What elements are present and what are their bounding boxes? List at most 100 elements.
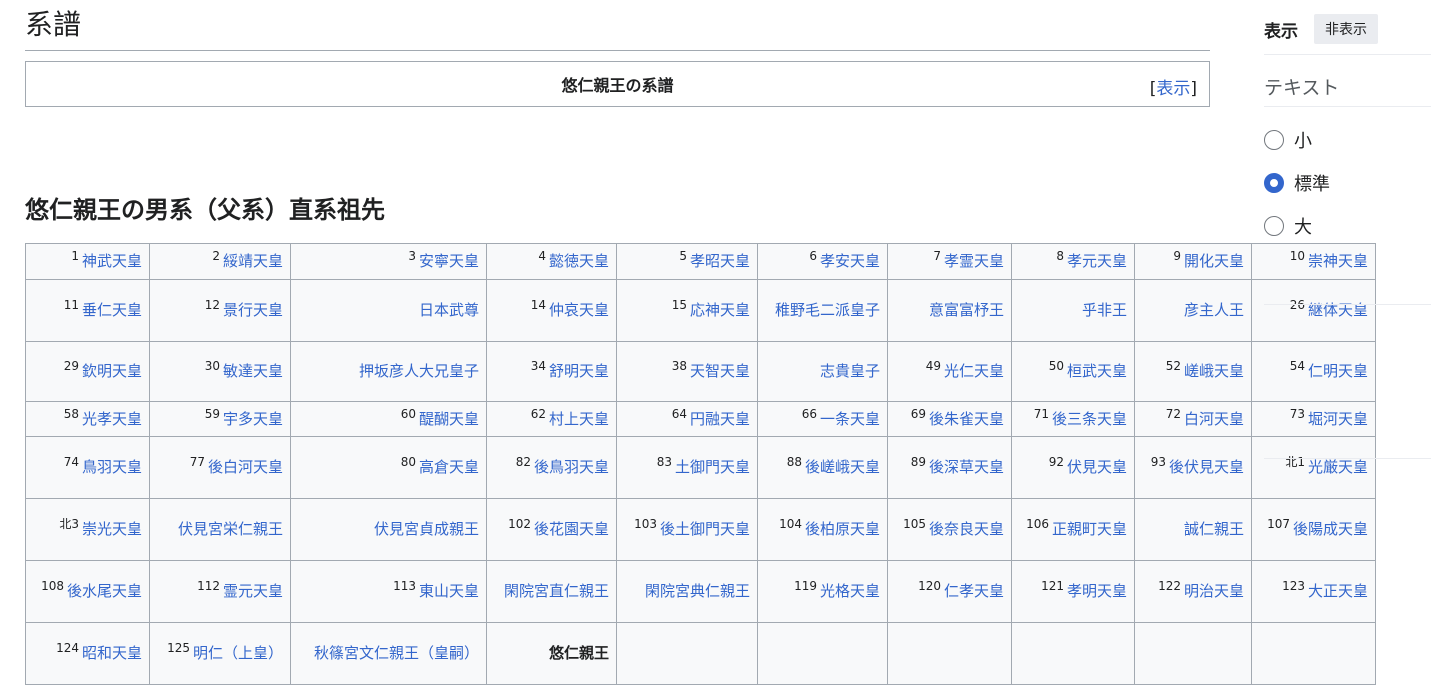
appearance-header: 表示 非表示	[1264, 14, 1431, 44]
ancestor-link[interactable]: 閑院宮直仁親王	[504, 582, 609, 600]
ancestor-link[interactable]: 孝昭天皇	[690, 252, 750, 270]
ancestor-link[interactable]: 安寧天皇	[419, 252, 479, 270]
ancestor-link[interactable]: 誠仁親王	[1184, 520, 1244, 538]
ancestor-link[interactable]: 開化天皇	[1184, 252, 1244, 270]
ancestor-link[interactable]: 崇光天皇	[82, 520, 142, 538]
ancestor-link[interactable]: 光孝天皇	[82, 410, 142, 428]
ancestor-link[interactable]: 光厳天皇	[1308, 458, 1368, 476]
ancestor-link[interactable]: 光格天皇	[820, 582, 880, 600]
lineage-cell: 49 光仁天皇	[887, 341, 1012, 402]
emperor-number: 11	[63, 298, 79, 312]
hide-button[interactable]: 非表示	[1314, 14, 1378, 44]
lineage-cell: 8 孝元天皇	[1011, 243, 1135, 280]
ancestor-link[interactable]: 後花園天皇	[534, 520, 609, 538]
radio-icon[interactable]	[1264, 173, 1284, 193]
ancestor-link[interactable]: 乎非王	[1082, 301, 1127, 319]
ancestor-link[interactable]: 伏見天皇	[1067, 458, 1127, 476]
ancestor-link[interactable]: 景行天皇	[223, 301, 283, 319]
ancestor-link[interactable]: 孝明天皇	[1067, 582, 1127, 600]
ancestor-link[interactable]: 正親町天皇	[1052, 520, 1127, 538]
ancestor-link[interactable]: 後鳥羽天皇	[534, 458, 609, 476]
navbox-show-link[interactable]: 表示	[1156, 79, 1190, 99]
emperor-number: 26	[1289, 298, 1305, 312]
ancestor-link[interactable]: 後土御門天皇	[660, 520, 750, 538]
ancestor-link[interactable]: 天智天皇	[690, 362, 750, 380]
ancestor-link[interactable]: 敏達天皇	[223, 362, 283, 380]
ancestor-link[interactable]: 堀河天皇	[1308, 410, 1368, 428]
ancestor-link[interactable]: 一条天皇	[820, 410, 880, 428]
ancestor-link[interactable]: 高倉天皇	[419, 458, 479, 476]
ancestor-link[interactable]: 後朱雀天皇	[929, 410, 1004, 428]
ancestor-link[interactable]: 鳥羽天皇	[82, 458, 142, 476]
ancestor-link[interactable]: 桓武天皇	[1067, 362, 1127, 380]
ancestor-link[interactable]: 後水尾天皇	[67, 582, 142, 600]
lineage-cell: 103 後土御門天皇	[616, 498, 758, 561]
ancestor-link[interactable]: 嵯峨天皇	[1184, 362, 1244, 380]
ancestor-link[interactable]: 孝元天皇	[1067, 252, 1127, 270]
ancestor-link[interactable]: 舒明天皇	[549, 362, 609, 380]
ancestor-link[interactable]: 伏見宮栄仁親王	[178, 520, 283, 538]
lineage-cell: 秋篠宮文仁親王（皇嗣）	[290, 622, 487, 685]
ancestor-link[interactable]: 明仁（上皇）	[193, 644, 283, 662]
ancestor-link[interactable]: 神武天皇	[82, 252, 142, 270]
lineage-cell: 5 孝昭天皇	[616, 243, 758, 280]
ancestor-link[interactable]: 明治天皇	[1184, 582, 1244, 600]
ancestor-link[interactable]: 仁明天皇	[1308, 362, 1368, 380]
ancestor-link[interactable]: 伏見宮貞成親王	[374, 520, 479, 538]
ancestor-link[interactable]: 醍醐天皇	[419, 410, 479, 428]
lineage-cell: 閑院宮典仁親王	[616, 560, 758, 623]
lineage-cell: 124 昭和天皇	[25, 622, 150, 685]
lineage-cell: 119 光格天皇	[757, 560, 888, 623]
radio-standard[interactable]: 標準	[1264, 170, 1330, 196]
ancestor-link[interactable]: 土御門天皇	[675, 458, 750, 476]
ancestor-link[interactable]: 円融天皇	[690, 410, 750, 428]
ancestor-link[interactable]: 綏靖天皇	[223, 252, 283, 270]
ancestor-link[interactable]: 意富富杼王	[929, 301, 1004, 319]
ancestor-link[interactable]: 押坂彦人大兄皇子	[359, 362, 479, 380]
lineage-cell: 押坂彦人大兄皇子	[290, 341, 487, 402]
ancestor-link[interactable]: 仁孝天皇	[944, 582, 1004, 600]
ancestor-link[interactable]: 垂仁天皇	[82, 301, 142, 319]
ancestor-link[interactable]: 閑院宮典仁親王	[645, 582, 750, 600]
radio-large[interactable]: 大	[1264, 213, 1312, 239]
ancestor-link[interactable]: 秋篠宮文仁親王（皇嗣）	[314, 644, 479, 662]
ancestor-link[interactable]: 応神天皇	[690, 301, 750, 319]
ancestor-link[interactable]: 宇多天皇	[223, 410, 283, 428]
ancestor-link[interactable]: 後陽成天皇	[1293, 520, 1368, 538]
radio-small[interactable]: 小	[1264, 127, 1312, 153]
ancestor-link[interactable]: 村上天皇	[549, 410, 609, 428]
lineage-cell	[887, 622, 1012, 685]
emperor-number: 119	[794, 579, 817, 593]
emperor-number: 58	[63, 406, 79, 421]
ancestor-link[interactable]: 後三条天皇	[1052, 410, 1127, 428]
ancestor-link[interactable]: 光仁天皇	[944, 362, 1004, 380]
ancestor-link[interactable]: 懿徳天皇	[549, 252, 609, 270]
ancestor-link[interactable]: 昭和天皇	[82, 644, 142, 662]
radio-icon[interactable]	[1264, 216, 1284, 236]
radio-icon[interactable]	[1264, 130, 1284, 150]
ancestor-link[interactable]: 孝霊天皇	[944, 252, 1004, 270]
ancestor-link[interactable]: 志貴皇子	[820, 362, 880, 380]
ancestor-link[interactable]: 日本武尊	[419, 301, 479, 319]
lineage-cell: 悠仁親王	[486, 622, 617, 685]
ancestor-link[interactable]: 後伏見天皇	[1169, 458, 1244, 476]
ancestor-link[interactable]: 崇神天皇	[1308, 252, 1368, 270]
emperor-number: 59	[204, 406, 220, 421]
ancestor-link[interactable]: 後柏原天皇	[805, 520, 880, 538]
ancestor-link[interactable]: 霊元天皇	[223, 582, 283, 600]
ancestor-link[interactable]: 後白河天皇	[208, 458, 283, 476]
ancestor-link[interactable]: 大正天皇	[1308, 582, 1368, 600]
ancestor-link[interactable]: 彦主人王	[1184, 301, 1244, 319]
ancestor-link[interactable]: 後深草天皇	[929, 458, 1004, 476]
ancestor-link[interactable]: 後奈良天皇	[929, 520, 1004, 538]
emperor-number: 7	[933, 249, 941, 263]
ancestor-link[interactable]: 東山天皇	[419, 582, 479, 600]
ancestor-link[interactable]: 欽明天皇	[82, 362, 142, 380]
emperor-number: 12	[204, 298, 220, 312]
ancestor-link[interactable]: 孝安天皇	[820, 252, 880, 270]
ancestor-link[interactable]: 仲哀天皇	[549, 301, 609, 319]
ancestor-link[interactable]: 後嵯峨天皇	[805, 458, 880, 476]
ancestor-link[interactable]: 白河天皇	[1184, 410, 1244, 428]
lineage-cell: 83 土御門天皇	[616, 436, 758, 499]
ancestor-link[interactable]: 稚野毛二派皇子	[775, 301, 880, 319]
